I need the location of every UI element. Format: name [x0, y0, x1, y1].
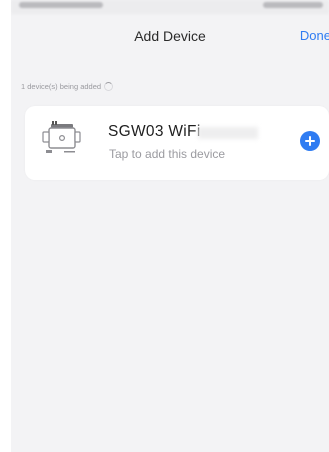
add-device-button[interactable] — [300, 131, 320, 151]
status-bar-indicators — [263, 2, 323, 8]
device-name-redaction — [198, 127, 258, 139]
status-bar — [11, 0, 329, 14]
add-device-screen: Add Device Done 1 device(s) being added … — [11, 0, 329, 452]
navigation-bar: Add Device Done — [11, 14, 329, 56]
device-card[interactable]: SGW03 WiFi Tap to add this device — [25, 106, 329, 180]
status-bar-time — [19, 2, 103, 8]
adding-status-text: 1 device(s) being added — [21, 82, 102, 91]
device-name: SGW03 WiFi — [108, 123, 201, 140]
done-button[interactable]: Done — [300, 28, 329, 43]
gateway-device-icon — [41, 118, 81, 162]
device-hint: Tap to add this device — [109, 147, 226, 161]
adding-status: 1 device(s) being added — [21, 82, 114, 91]
plus-icon — [305, 136, 315, 146]
page-title: Add Device — [134, 28, 206, 44]
loading-spinner-icon — [104, 82, 114, 91]
